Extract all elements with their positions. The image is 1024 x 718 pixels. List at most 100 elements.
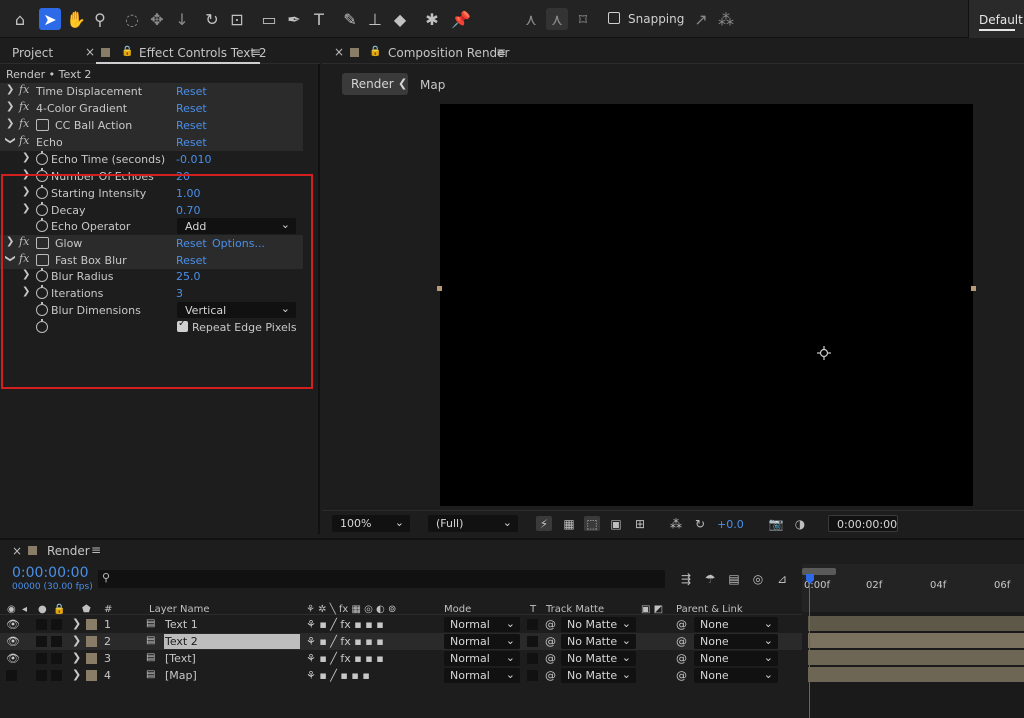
shy-layers-icon[interactable]: ☂ bbox=[702, 571, 718, 586]
snapping-checkbox[interactable] bbox=[608, 12, 620, 24]
parent-pickwhip-icon[interactable]: @ bbox=[676, 669, 687, 682]
layer-bar[interactable] bbox=[808, 616, 1024, 631]
color-channels-icon[interactable]: ⁂ bbox=[668, 516, 684, 531]
hand-tool-icon[interactable]: ✋ bbox=[65, 8, 87, 30]
layer-row-selected[interactable]: 👁 ❯ 2 ▤ Text 2 ⚘ ▪ ╱ fx ▪ ▪ ▪ Normal ⌄ @ … bbox=[0, 633, 802, 650]
current-time-field[interactable]: 0:00:00:00 bbox=[828, 515, 898, 532]
snap-features-icon[interactable]: ⁂ bbox=[715, 8, 737, 30]
layer-label-swatch[interactable] bbox=[86, 653, 97, 664]
local-axis-mode-icon[interactable]: ⋏ bbox=[520, 8, 542, 30]
parent-pickwhip-icon[interactable]: @ bbox=[676, 635, 687, 648]
layer-bar[interactable] bbox=[808, 667, 1024, 682]
snapshot-icon[interactable]: 📷 bbox=[768, 516, 784, 531]
layer-label-swatch[interactable] bbox=[86, 619, 97, 630]
layer-handle-left[interactable] bbox=[437, 286, 442, 291]
mask-visibility-icon[interactable]: ▣ bbox=[608, 516, 624, 531]
effect-row-cc-ball-action[interactable]: ❯ fx CC Ball Action Reset bbox=[0, 117, 303, 134]
breadcrumb-render-button[interactable]: Render ❮ bbox=[342, 73, 408, 95]
column-layer-name[interactable]: Layer Name bbox=[149, 604, 210, 615]
close-icon[interactable]: × bbox=[85, 45, 95, 59]
composition-viewer[interactable] bbox=[440, 104, 973, 506]
fx-icon[interactable]: fx bbox=[19, 100, 29, 113]
pickwhip-icon[interactable]: @ bbox=[545, 618, 556, 631]
effect-row-time-displacement[interactable]: ❯ fx Time Displacement Reset bbox=[0, 83, 303, 100]
layer-bar[interactable] bbox=[808, 650, 1024, 665]
parent-pickwhip-icon[interactable]: @ bbox=[676, 618, 687, 631]
mode-dropdown[interactable]: Normal ⌄ bbox=[444, 617, 520, 632]
preserve-transparency-box[interactable] bbox=[527, 636, 538, 647]
current-time-display[interactable]: 0:00:00:00 bbox=[12, 565, 89, 581]
close-icon[interactable]: × bbox=[12, 544, 22, 558]
layer-switches[interactable]: ⚘ ▪ ╱ ▪ ▪ ▪ bbox=[306, 669, 370, 682]
audio-icon[interactable]: ◂ bbox=[22, 604, 27, 615]
layer-switches[interactable]: ⚘ ▪ ╱ fx ▪ ▪ ▪ bbox=[306, 652, 384, 665]
playhead-line[interactable] bbox=[809, 584, 810, 718]
lock-box[interactable] bbox=[51, 636, 62, 647]
chevron-right-icon[interactable]: ❯ bbox=[72, 651, 81, 664]
reset-link[interactable]: Reset bbox=[176, 102, 207, 115]
solo-icon[interactable]: ● bbox=[38, 604, 47, 615]
parent-dropdown[interactable]: None ⌄ bbox=[694, 634, 778, 649]
brush-tool-icon[interactable]: ✎ bbox=[339, 8, 361, 30]
eye-box-off[interactable] bbox=[6, 670, 17, 681]
preserve-transparency-box[interactable] bbox=[527, 653, 538, 664]
chevron-right-icon[interactable]: ❯ bbox=[72, 634, 81, 647]
reset-exposure-icon[interactable]: ↻ bbox=[692, 516, 708, 531]
lock-box[interactable] bbox=[51, 653, 62, 664]
close-icon[interactable]: × bbox=[334, 45, 344, 59]
mode-dropdown[interactable]: Normal ⌄ bbox=[444, 634, 520, 649]
eye-icon[interactable]: 👁 bbox=[6, 618, 20, 631]
parent-dropdown[interactable]: None ⌄ bbox=[694, 617, 778, 632]
workspace-default-tab[interactable]: Default bbox=[968, 0, 1024, 38]
chevron-right-icon[interactable]: ❯ bbox=[22, 152, 30, 163]
layer-search-input[interactable]: ⚲ bbox=[98, 570, 665, 588]
layer-switches[interactable]: ⚘ ▪ ╱ fx ▪ ▪ ▪ bbox=[306, 635, 384, 648]
rectangle-tool-icon[interactable]: ▭ bbox=[258, 8, 280, 30]
puppet-pin-tool-icon[interactable]: 📌 bbox=[450, 8, 472, 30]
parent-dropdown[interactable]: None ⌄ bbox=[694, 651, 778, 666]
parent-dropdown[interactable]: None ⌄ bbox=[694, 668, 778, 683]
reset-link[interactable]: Reset bbox=[176, 136, 207, 149]
layer-label-swatch[interactable] bbox=[86, 670, 97, 681]
chevron-right-icon[interactable]: ❯ bbox=[6, 118, 14, 129]
property-value[interactable]: -0.010 bbox=[176, 153, 211, 166]
track-matte-dropdown[interactable]: No Matte ⌄ bbox=[561, 634, 636, 649]
comp-flowchart-icon[interactable]: ⇶ bbox=[678, 571, 694, 586]
snap-edges-icon[interactable]: ↗ bbox=[690, 8, 712, 30]
pan-behind-tool-icon[interactable]: ⊡ bbox=[226, 8, 248, 30]
solo-box[interactable] bbox=[36, 653, 47, 664]
layer-bar-selected[interactable] bbox=[808, 633, 1024, 648]
region-of-interest-icon[interactable]: ⬚ bbox=[584, 516, 600, 531]
clone-stamp-tool-icon[interactable]: ⊥ bbox=[364, 8, 386, 30]
pen-tool-icon[interactable]: ✒ bbox=[283, 8, 305, 30]
layer-handle-right[interactable] bbox=[971, 286, 976, 291]
lock-icon[interactable]: 🔒 bbox=[121, 46, 133, 57]
layer-name[interactable]: Text 1 bbox=[165, 618, 198, 631]
exposure-value[interactable]: +0.0 bbox=[717, 518, 744, 531]
solo-box[interactable] bbox=[36, 670, 47, 681]
frame-blending-icon[interactable]: ▤ bbox=[726, 571, 742, 586]
layer-row[interactable]: ❯ 4 ▤ [Map] ⚘ ▪ ╱ ▪ ▪ ▪ Normal ⌄ @ No Mat… bbox=[0, 667, 802, 684]
mode-dropdown[interactable]: Normal ⌄ bbox=[444, 651, 520, 666]
effect-row-echo[interactable]: ❯ fx Echo Reset bbox=[0, 134, 303, 151]
track-matte-dropdown[interactable]: No Matte ⌄ bbox=[561, 617, 636, 632]
label-tag-icon[interactable]: ⬟ bbox=[82, 604, 91, 615]
tab-composition-render[interactable]: Composition Render bbox=[388, 46, 509, 60]
solo-box[interactable] bbox=[36, 619, 47, 630]
pickwhip-icon[interactable]: @ bbox=[545, 635, 556, 648]
effect-row-4-color-gradient[interactable]: ❯ fx 4-Color Gradient Reset bbox=[0, 100, 303, 117]
eye-icon[interactable]: 👁 bbox=[6, 635, 20, 648]
time-ruler[interactable]: 0:00f 02f 04f 06f bbox=[802, 564, 1024, 615]
preserve-transparency-box[interactable] bbox=[527, 619, 538, 630]
property-row-echo-time[interactable]: ❯ Echo Time (seconds) -0.010 bbox=[0, 151, 303, 168]
chevron-down-icon[interactable]: ❯ bbox=[5, 136, 16, 144]
chevron-right-icon[interactable]: ❯ bbox=[72, 617, 81, 630]
lock-box[interactable] bbox=[51, 619, 62, 630]
fx-icon[interactable]: fx bbox=[19, 134, 29, 147]
tab-timeline-render[interactable]: Render bbox=[47, 544, 90, 558]
layer-track-area[interactable] bbox=[808, 612, 1024, 718]
lock-box[interactable] bbox=[51, 670, 62, 681]
fx-icon[interactable]: fx bbox=[19, 117, 29, 130]
track-matte-dropdown[interactable]: No Matte ⌄ bbox=[561, 651, 636, 666]
grid-guides-icon[interactable]: ⊞ bbox=[632, 516, 648, 531]
